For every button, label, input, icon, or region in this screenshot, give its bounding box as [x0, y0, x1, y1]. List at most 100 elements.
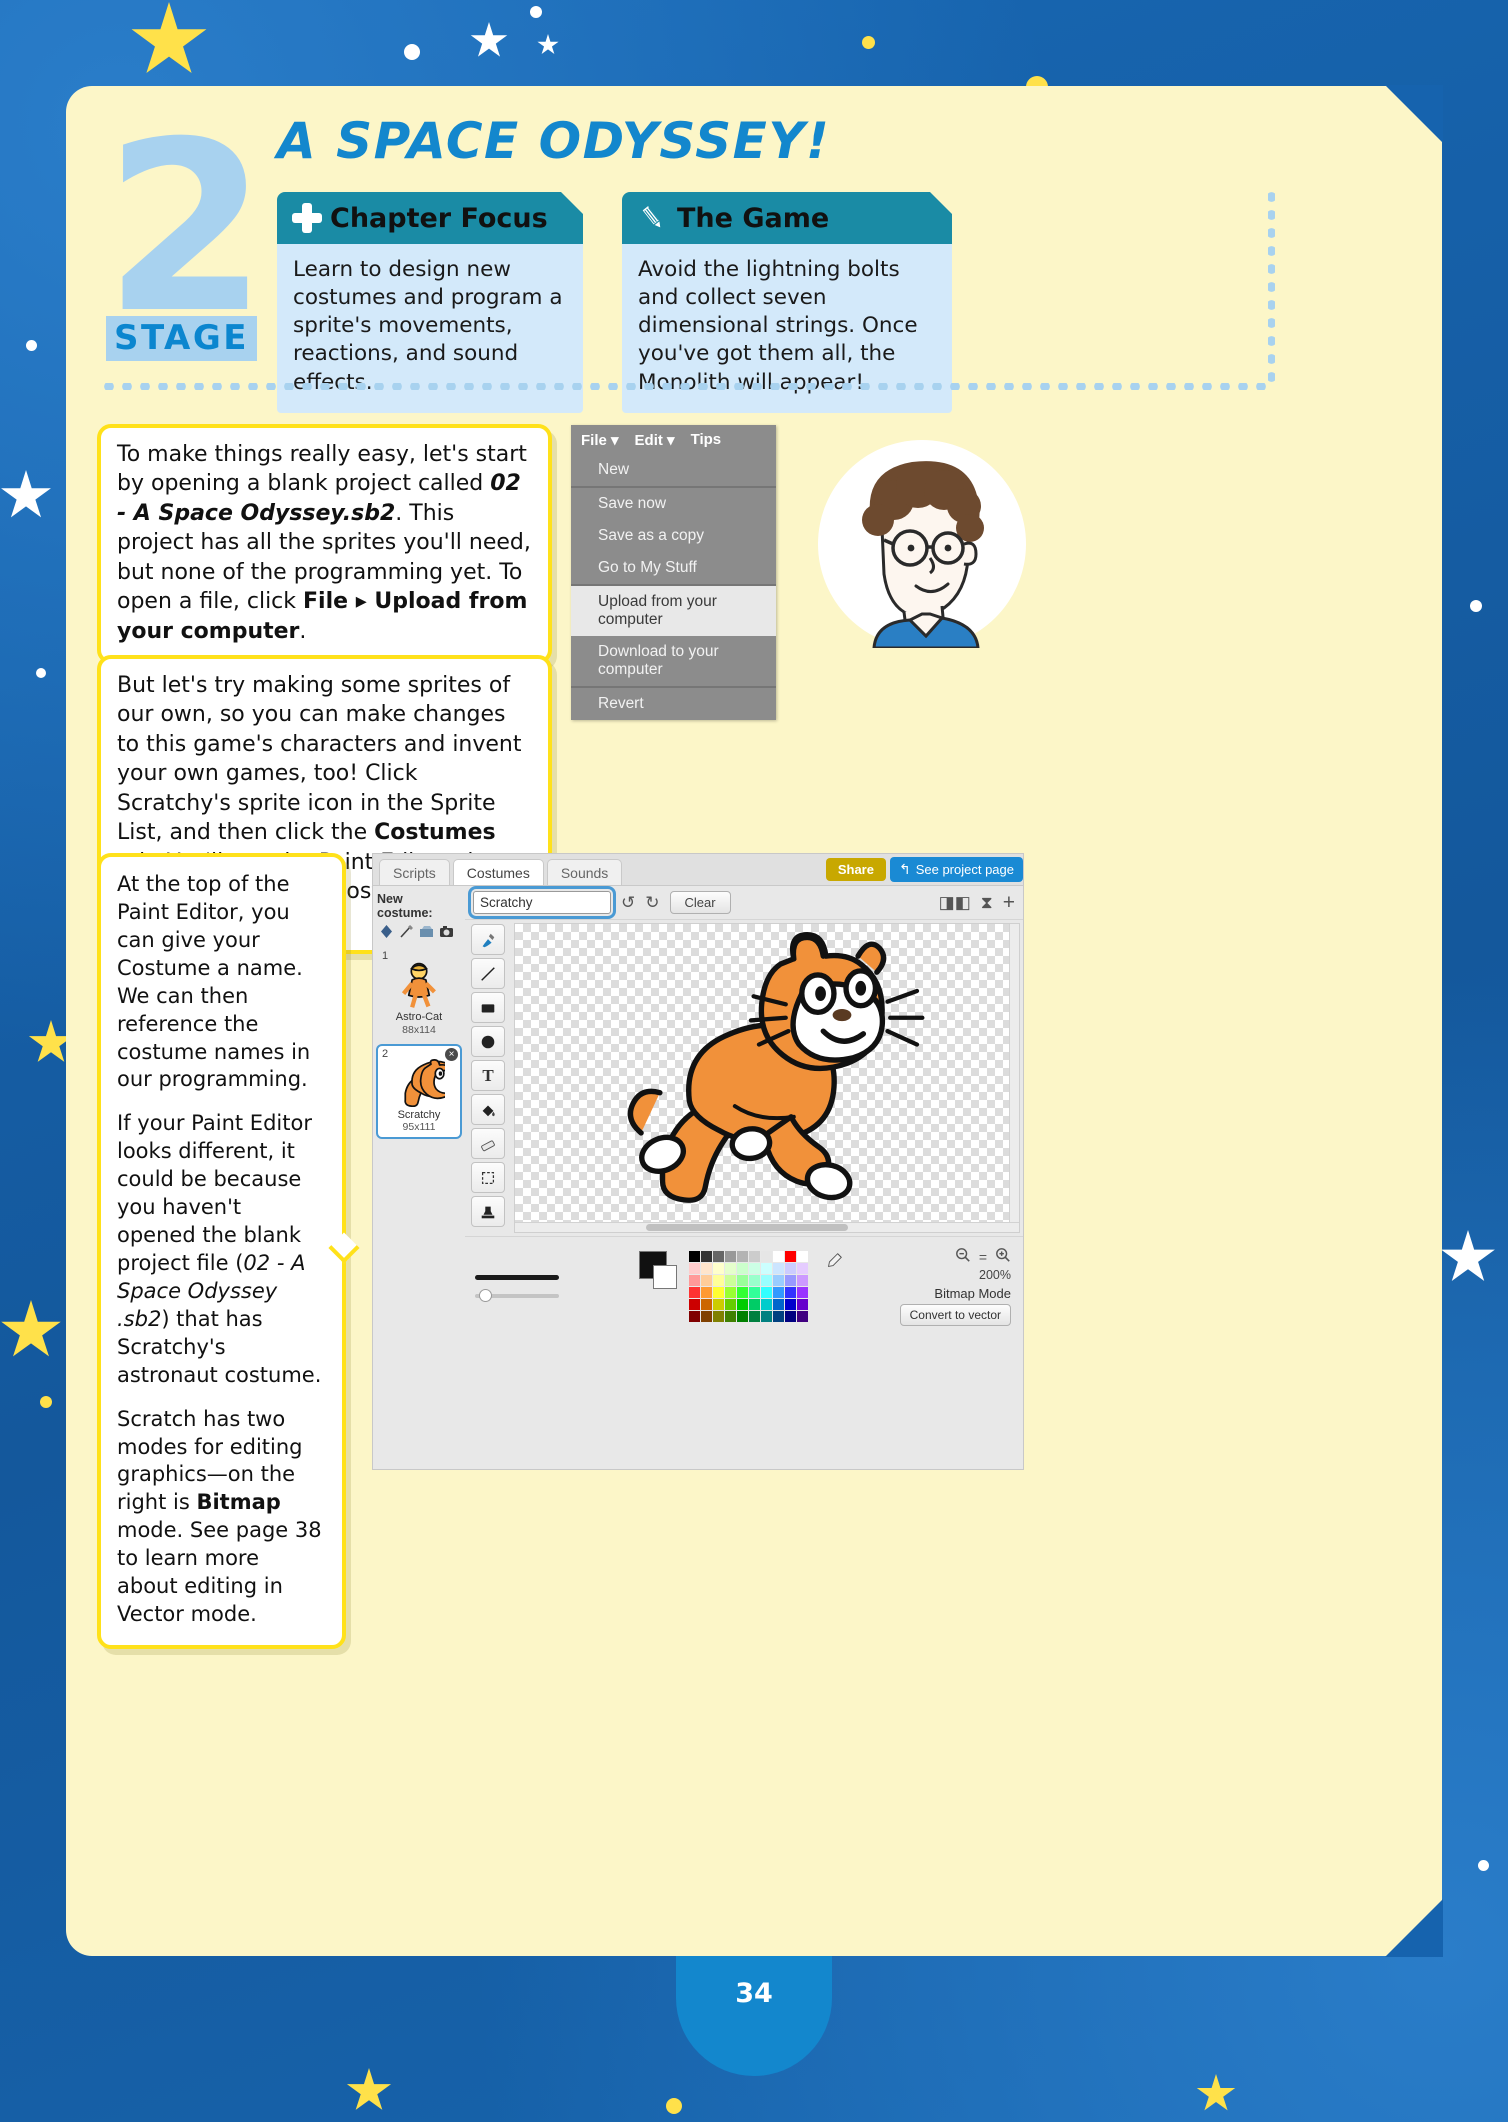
flip-horizontal-icon[interactable]: ◨◧: [939, 893, 971, 913]
rectangle-tool[interactable]: [471, 992, 505, 1023]
palette-swatch[interactable]: [689, 1299, 700, 1310]
clear-button[interactable]: Clear: [669, 891, 731, 914]
palette-swatch[interactable]: [713, 1311, 724, 1322]
palette-swatch[interactable]: [737, 1263, 748, 1274]
new-costume-icons[interactable]: [377, 924, 461, 939]
zoom-out-icon[interactable]: [955, 1247, 971, 1266]
line-tool[interactable]: [471, 958, 505, 989]
palette-swatch[interactable]: [773, 1275, 784, 1286]
file-menu-item[interactable]: Save now: [571, 486, 776, 520]
palette-swatch[interactable]: [737, 1299, 748, 1310]
delete-costume-icon[interactable]: ×: [445, 1047, 458, 1061]
palette-swatch[interactable]: [725, 1251, 736, 1262]
palette-swatch[interactable]: [725, 1275, 736, 1286]
line-width-controls[interactable]: [475, 1275, 571, 1302]
see-project-page-button[interactable]: ↰ See project page: [889, 857, 1023, 882]
eraser-tool[interactable]: [471, 1128, 505, 1159]
palette-swatch[interactable]: [797, 1311, 808, 1322]
palette-swatch[interactable]: [749, 1263, 760, 1274]
palette-swatch[interactable]: [785, 1263, 796, 1274]
paint-editor-bottom-bar[interactable]: = 200% Bitmap Mode Convert to vector: [465, 1236, 1023, 1336]
palette-swatch[interactable]: [701, 1251, 712, 1262]
palette-swatch[interactable]: [713, 1299, 724, 1310]
palette-swatch[interactable]: [701, 1311, 712, 1322]
color-palette[interactable]: [689, 1251, 808, 1322]
costume-items[interactable]: 1 Astro-Cat 88x114 2 × Scratchy 95x111: [377, 947, 462, 1139]
paint-editor-tabbar[interactable]: Scripts Costumes Sounds Share ↰ See proj…: [373, 854, 1023, 886]
menu-tips[interactable]: Tips: [691, 431, 722, 449]
palette-swatch[interactable]: [773, 1299, 784, 1310]
palette-swatch[interactable]: [701, 1275, 712, 1286]
file-menu-item[interactable]: Revert: [571, 686, 776, 720]
palette-swatch[interactable]: [737, 1275, 748, 1286]
costume-name-input[interactable]: [468, 886, 616, 919]
palette-swatch[interactable]: [797, 1263, 808, 1274]
palette-swatch[interactable]: [773, 1263, 784, 1274]
costume-item[interactable]: 2 × Scratchy 95x111: [377, 1044, 462, 1139]
scratch-paint-editor[interactable]: Scripts Costumes Sounds Share ↰ See proj…: [372, 853, 1024, 1470]
file-menu-item[interactable]: New: [571, 454, 776, 486]
redo-icon[interactable]: ↻: [645, 893, 659, 913]
line-width-slider[interactable]: [475, 1289, 559, 1302]
palette-swatch[interactable]: [785, 1299, 796, 1310]
palette-swatch[interactable]: [749, 1299, 760, 1310]
share-button[interactable]: Share: [825, 858, 886, 881]
zoom-controls[interactable]: = 200% Bitmap Mode Convert to vector: [899, 1247, 1011, 1326]
menubar[interactable]: File ▾ Edit ▾ Tips: [571, 425, 776, 454]
palette-swatch[interactable]: [725, 1311, 736, 1322]
paint-brush-icon[interactable]: [399, 924, 414, 939]
text-tool[interactable]: T: [471, 1060, 505, 1091]
palette-swatch[interactable]: [737, 1251, 748, 1262]
costume-list[interactable]: New costume: 1 Astro-Cat 88x114 2 × Scratchy 9…: [373, 886, 465, 1336]
color-picker[interactable]: [639, 1251, 844, 1322]
menu-file[interactable]: File ▾: [581, 431, 619, 449]
palette-swatch[interactable]: [701, 1287, 712, 1298]
paint-new-icon[interactable]: [379, 924, 394, 939]
palette-swatch[interactable]: [761, 1275, 772, 1286]
palette-swatch[interactable]: [689, 1275, 700, 1286]
palette-swatch[interactable]: [785, 1275, 796, 1286]
flip-vertical-icon[interactable]: ⧗: [981, 893, 993, 913]
palette-swatch[interactable]: [737, 1287, 748, 1298]
palette-swatch[interactable]: [725, 1287, 736, 1298]
file-menu-item[interactable]: Download to your computer: [571, 636, 776, 686]
menu-edit[interactable]: Edit ▾: [635, 431, 675, 449]
ellipse-tool[interactable]: [471, 1026, 505, 1057]
palette-swatch[interactable]: [737, 1311, 748, 1322]
tab-scripts[interactable]: Scripts: [379, 859, 450, 885]
palette-swatch[interactable]: [689, 1251, 700, 1262]
file-menu-item[interactable]: Upload from your computer: [571, 584, 776, 636]
palette-swatch[interactable]: [761, 1311, 772, 1322]
palette-swatch[interactable]: [725, 1299, 736, 1310]
scratch-file-menu[interactable]: File ▾ Edit ▾ Tips New Save now Save as a …: [571, 425, 776, 720]
secondary-color-swatch[interactable]: [653, 1265, 677, 1289]
file-menu-item[interactable]: Save as a copy: [571, 520, 776, 552]
tab-costumes[interactable]: Costumes: [452, 859, 544, 885]
upload-costume-icon[interactable]: [419, 924, 434, 939]
palette-swatch[interactable]: [797, 1287, 808, 1298]
convert-to-vector-button[interactable]: Convert to vector: [899, 1304, 1011, 1326]
palette-swatch[interactable]: [797, 1299, 808, 1310]
current-colors[interactable]: [639, 1251, 679, 1291]
palette-swatch[interactable]: [785, 1287, 796, 1298]
paint-tools[interactable]: T: [465, 920, 511, 1236]
palette-swatch[interactable]: [689, 1287, 700, 1298]
zoom-in-icon[interactable]: [995, 1247, 1011, 1266]
paint-canvas[interactable]: [514, 923, 1020, 1233]
palette-swatch[interactable]: [749, 1275, 760, 1286]
add-icon[interactable]: +: [1003, 891, 1015, 915]
canvas-hscrollbar[interactable]: [515, 1222, 1019, 1232]
palette-swatch[interactable]: [773, 1251, 784, 1262]
palette-swatch[interactable]: [761, 1287, 772, 1298]
tab-sounds[interactable]: Sounds: [546, 859, 623, 885]
canvas-vscrollbar[interactable]: [1009, 924, 1019, 1222]
palette-swatch[interactable]: [749, 1251, 760, 1262]
scratch-cat-sprite[interactable]: [515, 924, 1019, 1232]
select-tool[interactable]: [471, 1162, 505, 1193]
camera-icon[interactable]: [439, 924, 454, 939]
canvas-hscroll-thumb[interactable]: [646, 1224, 848, 1231]
palette-swatch[interactable]: [713, 1251, 724, 1262]
palette-swatch[interactable]: [725, 1263, 736, 1274]
palette-swatch[interactable]: [797, 1251, 808, 1262]
file-menu-item[interactable]: Go to My Stuff: [571, 552, 776, 584]
